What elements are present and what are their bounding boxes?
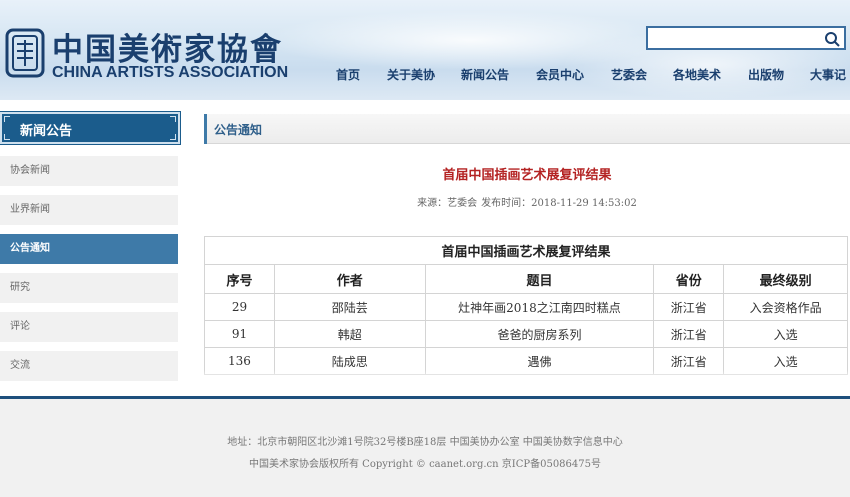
nav-item-milestones[interactable]: 大事记 — [810, 66, 846, 83]
footer-copyright: 中国美术家协会版权所有 Copyright © caanet.org.cn 京I… — [248, 459, 601, 470]
corner-ornament — [4, 134, 10, 140]
table-cell: 浙江省 — [653, 293, 725, 321]
corner-ornament — [170, 116, 176, 122]
column-header: 省份 — [653, 264, 725, 294]
sidebar-title: 新闻公告 — [20, 124, 73, 139]
article-meta: 来源：艺委会 发布时间：2018-11-29 14:53:02 — [204, 194, 850, 209]
nav-item-home[interactable]: 首页 — [336, 66, 360, 83]
table-header-row: 序号 作者 题目 省份 最终级别 — [204, 264, 848, 294]
nav-item-about[interactable]: 关于美协 — [387, 66, 435, 83]
sidebar-item-exchange[interactable]: 交流 — [0, 351, 178, 381]
content-fade — [204, 370, 850, 382]
section-title: 公告通知 — [214, 123, 263, 137]
nav-item-news[interactable]: 新闻公告 — [461, 66, 509, 83]
search-icon[interactable] — [823, 30, 841, 48]
site-footer: 地址：北京市朝阳区北沙滩1号院32号楼B座18层 中国美协办公室 中国美协数字信… — [0, 399, 850, 497]
table-cell: 29 — [204, 293, 275, 321]
logo-english-name[interactable]: CHINA ARTISTS ASSOCIATION — [52, 64, 288, 82]
nav-item-members[interactable]: 会员中心 — [536, 66, 584, 83]
table-row: 29 邵陆芸 灶神年画2018之江南四时糕点 浙江省 入会资格作品 — [204, 293, 848, 321]
table-cell: 入选 — [723, 320, 848, 348]
search-input[interactable] — [646, 26, 846, 50]
logo-chinese-name[interactable]: 中国美術家協會 — [52, 24, 283, 69]
results-table: 首届中国插画艺术展复评结果 序号 作者 题目 省份 最终级别 29 邵陆芸 灶神… — [204, 236, 848, 375]
nav-item-art-committee[interactable]: 艺委会 — [611, 66, 647, 83]
section-accent-bar — [204, 114, 207, 144]
table-cell: 灶神年画2018之江南四时糕点 — [424, 293, 655, 321]
table-cell: 91 — [204, 320, 275, 348]
table-cell: 爸爸的厨房系列 — [424, 320, 655, 348]
table-title: 首届中国插画艺术展复评结果 — [204, 236, 848, 265]
table-cell: 邵陆芸 — [273, 293, 426, 321]
sidebar-item-reviews[interactable]: 评论 — [0, 312, 178, 342]
sidebar-item-industry-news[interactable]: 业界新闻 — [0, 195, 178, 225]
table-cell: 韩超 — [273, 320, 426, 348]
column-header: 作者 — [273, 264, 426, 294]
column-header: 最终级别 — [723, 264, 848, 294]
nav-item-publications[interactable]: 出版物 — [748, 66, 784, 83]
sidebar-header: 新闻公告 — [0, 111, 181, 145]
article-publish-time: 发布时间：2018-11-29 14:53:02 — [481, 198, 637, 209]
article-source: 来源：艺委会 — [417, 198, 478, 209]
table-row: 91 韩超 爸爸的厨房系列 浙江省 入选 — [204, 320, 848, 348]
corner-ornament — [4, 116, 10, 122]
table-cell: 入会资格作品 — [723, 293, 848, 321]
nav-item-regional[interactable]: 各地美术 — [673, 66, 721, 83]
main-nav: 首页 关于美协 新闻公告 会员中心 艺委会 各地美术 出版物 大事记 — [320, 66, 850, 84]
sidebar-item-association-news[interactable]: 协会新闻 — [0, 156, 178, 186]
column-header: 序号 — [204, 264, 275, 294]
column-header: 题目 — [424, 264, 655, 294]
corner-ornament — [170, 134, 176, 140]
table-cell: 浙江省 — [653, 320, 725, 348]
section-header: 公告通知 — [204, 114, 850, 144]
footer-address: 地址：北京市朝阳区北沙滩1号院32号楼B座18层 中国美协办公室 中国美协数字信… — [227, 437, 623, 448]
logo-emblem-icon[interactable] — [4, 27, 46, 79]
sidebar-item-announcements[interactable]: 公告通知 — [0, 234, 178, 264]
sidebar-item-research[interactable]: 研究 — [0, 273, 178, 303]
site-header: 中国美術家協會 CHINA ARTISTS ASSOCIATION 首页 关于美… — [0, 0, 850, 100]
article-title: 首届中国插画艺术展复评结果 — [442, 168, 612, 183]
